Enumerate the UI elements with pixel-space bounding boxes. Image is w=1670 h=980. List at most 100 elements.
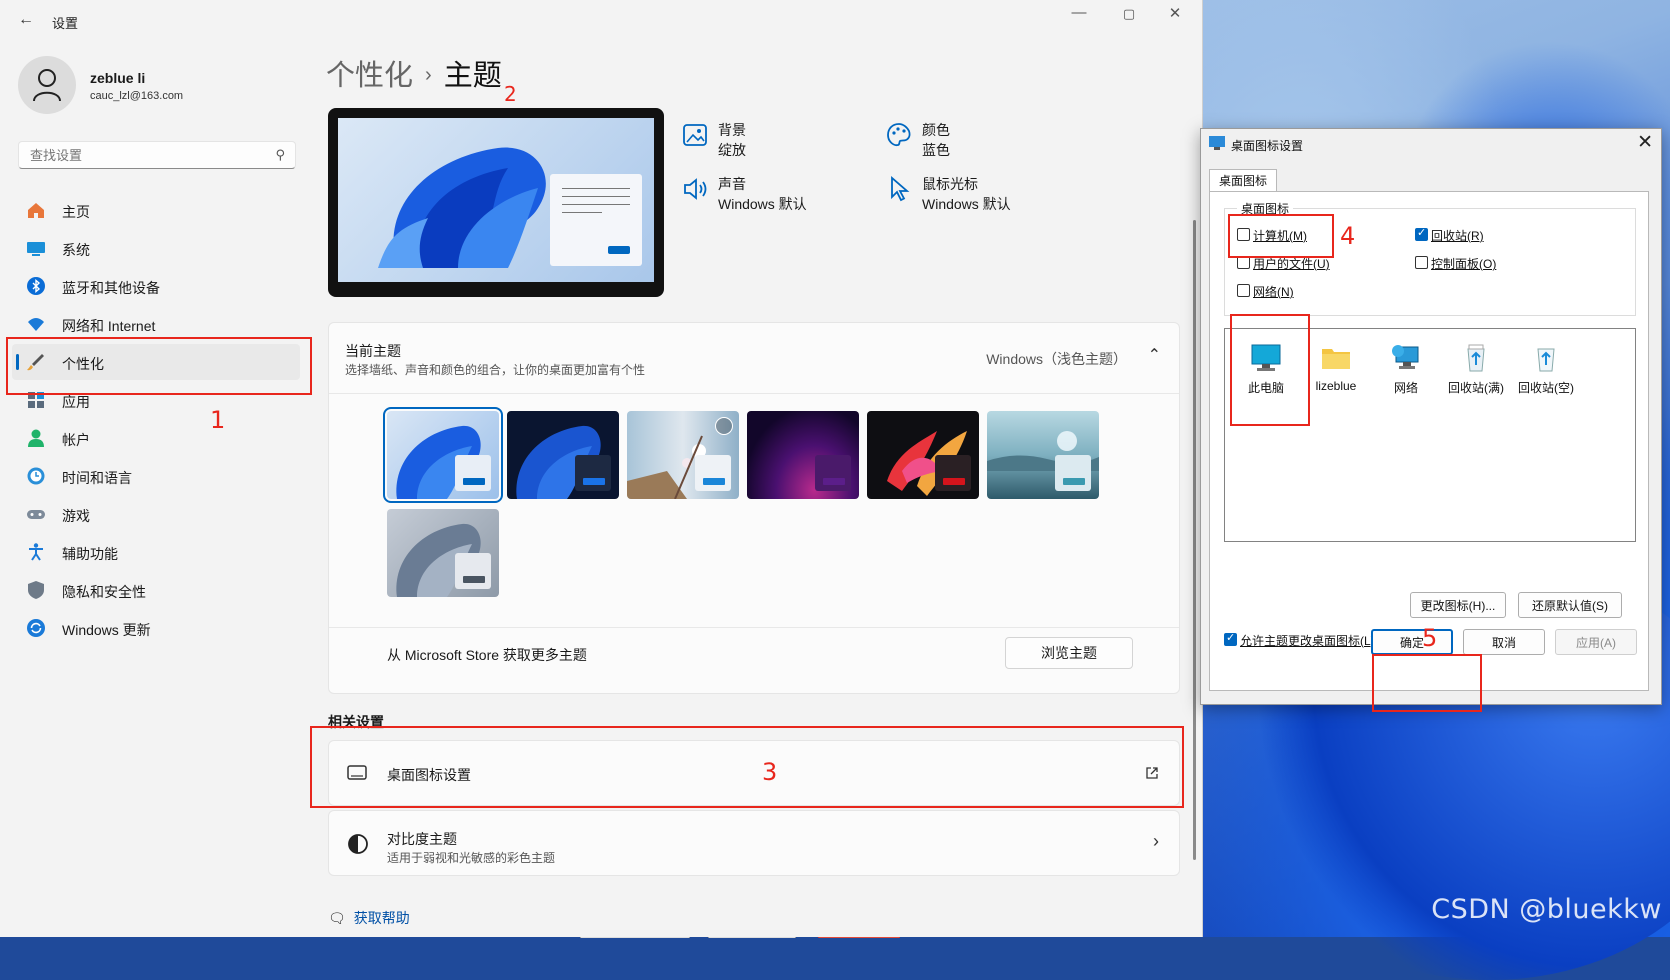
annotation-number-4: 4: [1340, 222, 1356, 250]
window-title: 设置: [52, 16, 79, 31]
get-help[interactable]: 🗨 获取帮助: [328, 908, 410, 928]
sidebar-item-label: 应用: [62, 394, 90, 410]
watermark: CSDN @bluekkw: [1431, 894, 1662, 925]
theme-mini-window: [575, 455, 611, 491]
scrollbar[interactable]: [1193, 220, 1196, 860]
speaker-icon: [684, 178, 707, 200]
theme-preview: [328, 108, 664, 297]
contrast-themes-link[interactable]: 对比度主题 适用于弱视和光敏感的彩色主题 ›: [328, 810, 1180, 876]
setting-value: Windows 默认: [922, 196, 1011, 212]
theme-mini-window: [455, 553, 491, 589]
contrast-icon: [348, 834, 368, 854]
bluetooth-icon: [27, 277, 45, 295]
breadcrumb-parent[interactable]: 个性化: [326, 60, 413, 92]
current-theme-title: 当前主题: [345, 343, 401, 359]
sidebar-item-privacy[interactable]: 隐私和安全性: [12, 572, 300, 608]
current-theme-subtitle: 选择墙纸、声音和颜色的组合，让你的桌面更加富有个性: [345, 363, 646, 377]
current-theme-card: 当前主题 选择墙纸、声音和颜色的组合，让你的桌面更加富有个性 Windows（浅…: [328, 322, 1180, 694]
setting-title: 鼠标光标: [922, 176, 978, 192]
sidebar-item-gaming[interactable]: 游戏: [12, 496, 300, 532]
checkbox-box[interactable]: [1224, 631, 1237, 646]
sidebar-item-system[interactable]: 系统: [12, 230, 300, 266]
maximize-button[interactable]: ▢: [1106, 6, 1152, 22]
search-input[interactable]: [28, 147, 262, 164]
restore-default-button[interactable]: 还原默认值(S): [1518, 592, 1622, 618]
setting-value: 绽放: [718, 142, 746, 158]
divider: [329, 627, 1179, 628]
arrow-left-icon[interactable]: ←: [18, 11, 34, 29]
checkbox-box[interactable]: [1415, 256, 1428, 269]
theme-tile[interactable]: [383, 407, 503, 503]
user-icon: [33, 69, 61, 102]
image-icon: [683, 124, 707, 146]
theme-tile[interactable]: [387, 509, 499, 597]
tab-desktop-icons[interactable]: 桌面图标: [1209, 169, 1277, 192]
sidebar-item-label: 时间和语言: [62, 470, 132, 486]
annotation-number-2: 2: [504, 82, 517, 106]
annotation-number-1: 1: [210, 406, 226, 434]
list-item[interactable]: 网络: [1371, 343, 1441, 396]
current-theme-value: Windows（浅色主题）: [986, 351, 1127, 367]
annotation-box-4: [1228, 214, 1334, 258]
icon-label: lizeblue: [1315, 379, 1357, 393]
theme-tile[interactable]: [867, 411, 979, 499]
ok-button[interactable]: 确定: [1371, 629, 1453, 655]
sidebar-item-bluetooth[interactable]: 蓝牙和其他设备: [12, 268, 300, 304]
sidebar-item-accounts[interactable]: 帐户: [12, 420, 300, 456]
network-icon: [1392, 345, 1419, 369]
change-icon-button[interactable]: 更改图标(H)...: [1410, 592, 1506, 618]
current-theme-header[interactable]: 当前主题 选择墙纸、声音和颜色的组合，让你的桌面更加富有个性 Windows（浅…: [329, 323, 1179, 394]
theme-mini-window: [1055, 455, 1091, 491]
theme-tile[interactable]: [747, 411, 859, 499]
profile-name: zeblue li: [90, 70, 146, 86]
icon-label: 回收站(空): [1518, 381, 1574, 395]
list-item[interactable]: 回收站(满): [1441, 343, 1511, 396]
setting-value: 蓝色: [922, 142, 950, 158]
sidebar-item-label: 辅助功能: [62, 546, 118, 562]
profile-email: cauc_lzl@163.com: [90, 90, 184, 102]
theme-tile[interactable]: [987, 411, 1099, 499]
sidebar-item-windows-update[interactable]: Windows 更新: [12, 610, 300, 646]
palette-icon: [887, 123, 911, 147]
search-icon[interactable]: ⚲: [275, 147, 285, 163]
cancel-button[interactable]: 取消: [1463, 629, 1545, 655]
cursor-icon: [891, 176, 910, 202]
user-icon: [28, 429, 44, 447]
sidebar-item-label: 隐私和安全性: [62, 584, 146, 600]
sidebar-item-label: 帐户: [62, 432, 90, 448]
theme-preview-screen: [338, 118, 654, 282]
icon-label: 网络: [1393, 381, 1418, 395]
setting-title: 背景: [718, 122, 746, 138]
sidebar-item-accessibility[interactable]: 辅助功能: [12, 534, 300, 570]
theme-mini-window: [455, 455, 491, 491]
dialog-close-button[interactable]: ✕: [1637, 131, 1653, 154]
theme-tile[interactable]: [507, 411, 619, 499]
browse-themes-button[interactable]: 浏览主题: [1005, 637, 1133, 669]
chevron-up-icon[interactable]: ⌃: [1148, 345, 1161, 365]
breadcrumb: 个性化 › 主题: [326, 52, 502, 94]
sidebar-item-home[interactable]: 主页: [12, 192, 300, 228]
get-help-link[interactable]: 获取帮助: [354, 910, 410, 926]
shield-icon: [28, 581, 44, 599]
dialog-app-icon: [1209, 136, 1225, 150]
annotation-number-3: 3: [762, 758, 778, 786]
sidebar-item-label: 网络和 Internet: [62, 318, 156, 334]
help-icon: 🗨: [328, 910, 346, 926]
theme-tile[interactable]: [627, 411, 739, 499]
checkbox-box[interactable]: [1237, 284, 1250, 297]
minimize-button[interactable]: —: [1056, 4, 1102, 21]
sidebar-item-label: 蓝牙和其他设备: [62, 280, 160, 296]
sidebar-item-time-language[interactable]: 时间和语言: [12, 458, 300, 494]
search-box[interactable]: ⚲: [18, 141, 296, 169]
recycle-bin-full-icon: [1467, 344, 1485, 372]
list-item[interactable]: lizeblue: [1301, 343, 1371, 393]
page-title: 主题: [443, 60, 502, 92]
breadcrumb-separator: ›: [425, 64, 432, 86]
checkbox-box[interactable]: [1415, 226, 1428, 241]
close-button[interactable]: ✕: [1152, 4, 1198, 22]
contrast-themes-subtitle: 适用于弱视和光敏感的彩色主题: [387, 851, 556, 865]
list-item[interactable]: 回收站(空): [1511, 343, 1581, 396]
annotation-box-computer: [1230, 314, 1310, 426]
apply-button[interactable]: 应用(A): [1555, 629, 1637, 655]
theme-mini-window: [935, 455, 971, 491]
